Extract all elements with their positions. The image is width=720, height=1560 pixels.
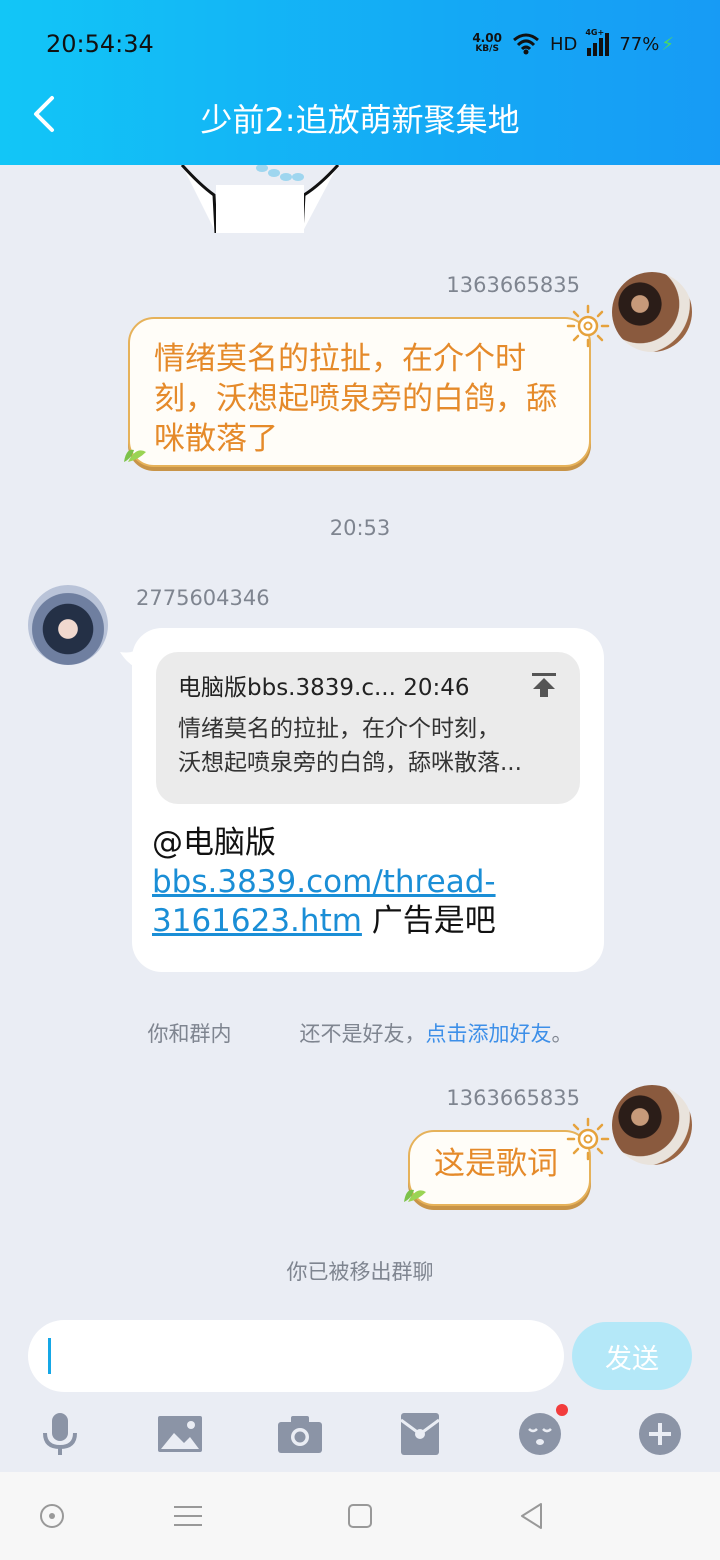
- microphone-icon[interactable]: [30, 1404, 90, 1464]
- sender-name: 1363665835: [446, 273, 580, 297]
- assistant-icon[interactable]: [30, 1494, 74, 1538]
- chat-title: 少前2:追放萌新聚集地: [200, 101, 520, 139]
- sender-name: 2775604346: [136, 586, 270, 610]
- notification-dot: [556, 1404, 568, 1416]
- quote-text: 情绪莫名的拉扯，在介个时刻，: [178, 716, 500, 742]
- sun-decoration-icon: [566, 304, 610, 348]
- message-input[interactable]: [28, 1320, 564, 1392]
- removed-notice: 你已被移出群聊: [286, 1260, 434, 1284]
- battery-indicator: 77% ⚡: [619, 33, 674, 55]
- system-message: 你和群内 还不是好友，点击添加好友。: [147, 1022, 573, 1046]
- red-packet-icon[interactable]: [390, 1404, 450, 1464]
- message-text: 这是歌词: [434, 1146, 558, 1182]
- message-text: @电脑版bbs.3839.com/thread-3161623.htm 广告是吧: [152, 825, 496, 939]
- avatar[interactable]: [612, 1085, 692, 1165]
- status-icons: 4.00 KB/S HD 4G+ 77% ⚡: [472, 28, 674, 60]
- status-time: 20:54:34: [46, 30, 154, 58]
- quote-time: 20:46: [403, 675, 470, 701]
- image-icon[interactable]: [150, 1404, 210, 1464]
- add-friend-link[interactable]: 点击添加好友: [426, 1022, 552, 1046]
- emoji-icon[interactable]: [510, 1404, 570, 1464]
- sun-decoration-icon: [566, 1117, 610, 1161]
- wifi-icon: [512, 33, 539, 55]
- message-bubble[interactable]: 这是歌词: [408, 1130, 591, 1206]
- quote-source: 电脑版bbs.3839.c...: [178, 675, 396, 701]
- camera-icon[interactable]: [270, 1404, 330, 1464]
- time-separator: 20:53: [329, 516, 391, 540]
- send-button[interactable]: 发送: [572, 1322, 692, 1390]
- leaf-decoration-icon: [124, 449, 146, 462]
- home-icon[interactable]: [338, 1494, 382, 1538]
- signal-icon: 4G+: [585, 28, 610, 56]
- message-bubble[interactable]: 情绪莫名的拉扯，在介个时刻，沃想起喷泉旁的白鸽，舔咪散落了: [128, 317, 591, 467]
- hd-label: HD: [549, 33, 578, 55]
- back-icon[interactable]: [510, 1494, 554, 1538]
- avatar[interactable]: [612, 272, 692, 352]
- charging-icon: ⚡: [661, 33, 674, 55]
- input-toolbar: [0, 1404, 720, 1464]
- sender-name: 1363665835: [446, 1086, 580, 1110]
- plus-icon[interactable]: [630, 1404, 690, 1464]
- text-caret: [48, 1338, 51, 1374]
- sticker-image[interactable]: [170, 165, 350, 233]
- quote-text: 沃想起喷泉旁的白鸽，舔咪散落...: [178, 750, 522, 776]
- system-nav-bar: [0, 1472, 720, 1560]
- leaf-decoration-icon: [404, 1189, 426, 1202]
- net-speed: 4.00 KB/S: [472, 31, 502, 54]
- menu-icon[interactable]: [166, 1494, 210, 1538]
- avatar[interactable]: [28, 585, 108, 665]
- message-text: 情绪莫名的拉扯，在介个时刻，沃想起喷泉旁的白鸽，舔咪散落了: [154, 341, 557, 457]
- header: 20:54:34 4.00 KB/S HD 4G+ 77% ⚡ 少前2:追放萌新…: [0, 0, 720, 165]
- quoted-message[interactable]: 电脑版bbs.3839.c... 20:46 情绪莫名的拉扯，在介个时刻， 沃想…: [156, 652, 580, 804]
- message-bubble[interactable]: 电脑版bbs.3839.c... 20:46 情绪莫名的拉扯，在介个时刻， 沃想…: [132, 628, 604, 972]
- jump-to-top-icon[interactable]: [530, 671, 558, 699]
